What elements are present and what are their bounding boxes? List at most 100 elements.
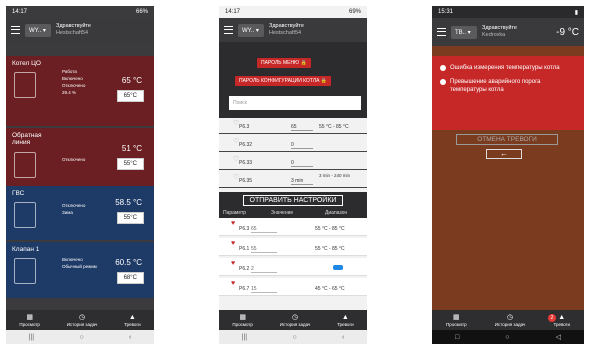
nav-label: Просмотр [232,322,253,327]
username: Kedrovka [482,32,506,38]
alert-text: Ошибка измерения температуры котла [450,65,560,71]
recents-icon[interactable]: □ [455,334,459,341]
param-row[interactable]: ♡ P6.3 65 55 °C - 85 °C [219,118,367,134]
heart-icon[interactable]: ♥ [231,240,235,247]
card-title: Котел ЦО [12,60,41,67]
menu-password-button[interactable]: ПАРОЛЬ МЕНЮ 🔒 [257,58,311,68]
valve-icon [14,258,36,284]
current-temp: 65 °C [121,76,142,85]
lock-icon: 🔒 [300,60,307,66]
setpoint-button[interactable]: 55°C [116,212,144,224]
grid-icon: ▦ [26,314,33,321]
warning-icon: ▲ [128,313,136,321]
phone-settings: 14:17 69% WY.. ▾ Здравствуйте Hestschaft… [219,6,367,344]
recents-icon[interactable]: ||| [242,334,247,341]
menu-icon[interactable] [224,26,233,34]
status-battery: 66% [135,9,148,15]
param-range: 55 °C - 85 °C [319,124,349,130]
param-value[interactable]: 15 [251,286,277,293]
setpoint-button[interactable]: 65°C [116,90,144,102]
card-title: ГВС [12,190,25,197]
status-bar: 14:17 69% [219,6,367,18]
lock-icon: 🔒 [320,78,328,84]
nav-alarms[interactable]: ▲ 2 Тревоги [547,313,570,327]
controller-select[interactable]: TB.. ▾ [451,25,477,39]
back-arrow-button[interactable]: ← [486,149,522,159]
menu-icon[interactable] [11,26,20,34]
menu-password-label: ПАРОЛЬ МЕНЮ [261,60,300,66]
home-icon[interactable]: ○ [292,334,296,341]
alert-icon [440,79,446,85]
card-boiler[interactable]: Котел ЦО Работа Включено Отключено 29.4 … [6,56,154,126]
status-bar: 15:31 ▮ [432,6,584,18]
param-value[interactable]: 55 [251,246,277,253]
param-value[interactable]: 65 [251,226,277,233]
nav-overview[interactable]: ▦ Просмотр [19,313,40,327]
username: Hestschaft54 [56,30,89,36]
home-icon[interactable]: ○ [505,334,509,341]
recents-icon[interactable]: ||| [29,334,34,341]
home-icon[interactable]: ○ [79,334,83,341]
nav-label: История задач [494,322,526,327]
history-icon: ◷ [506,314,514,321]
nav-label: Тревоги [553,321,570,327]
alert-item: Ошибка измерения температуры котла [440,64,576,72]
nav-alarms[interactable]: ▲ Тревоги [337,314,354,327]
alarm-count-badge: 2 [547,313,556,322]
card-dhw[interactable]: ГВС Отключено Зима 58.5 °C 55°C [6,186,154,240]
menu-icon[interactable] [437,28,446,36]
alert-text: Превышение аварийного порога температуры… [450,79,541,93]
card-return-line[interactable]: Обратная линия Отключено 51 °C 55°C [6,128,154,186]
fav-row[interactable]: ♥ P6.2 2 [219,258,367,276]
fav-row[interactable]: ♥ P6.1 55 55 °C - 85 °C [219,238,367,256]
heart-icon[interactable]: ♥ [231,280,235,287]
back-icon[interactable]: ‹ [342,334,344,341]
setpoint-button[interactable]: 68°C [116,272,144,284]
top-bar: WY.. ▾ Здравствуйте Hestschaft54 [6,18,154,42]
param-row[interactable]: ♡ P6.32 0 [219,136,367,152]
top-bar: TB.. ▾ Здравствуйте Kedrovka -9 °C [432,18,584,46]
status-time: 14:17 [12,9,28,15]
toggle-switch[interactable] [333,265,343,270]
nav-overview[interactable]: ▦ Просмотр [232,313,253,327]
nav-label: История задач [66,322,98,327]
nav-history[interactable]: ◷ История задач [495,313,526,327]
heart-icon[interactable]: ♥ [231,220,235,227]
cancel-alarm-button[interactable]: ОТМЕНА ТРЕВОГИ [456,134,558,145]
nav-history[interactable]: ◷ История задач [280,313,311,327]
search-input[interactable]: Поиск [229,96,361,110]
controller-select[interactable]: WY.. ▾ [25,23,51,37]
param-name: P6.35 [239,178,253,184]
send-settings-button[interactable]: ОТПРАВИТЬ НАСТРОЙКИ [219,192,367,208]
nav-alarms[interactable]: ▲ Тревоги [124,314,141,327]
param-name: P6.7 [239,286,250,292]
alert-panel: Ошибка измерения температуры котла Превы… [432,56,584,130]
nav-label: Тревоги [124,321,141,327]
controller-select-value: WY.. [242,27,255,34]
param-name: P6.3 [239,124,250,130]
param-value[interactable]: 2 [251,266,277,273]
fav-row[interactable]: ♥ P6.3 65 55 °C - 85 °C [219,218,367,236]
status-line: Включено [62,76,83,81]
back-icon[interactable]: ◁ [556,333,561,341]
heart-icon[interactable]: ♥ [231,260,235,267]
param-value[interactable]: 0 [291,160,313,167]
back-icon[interactable]: ‹ [129,334,131,341]
nav-history[interactable]: ◷ История задач [67,313,98,327]
param-range: 3 min - 240 min [319,173,351,178]
param-row[interactable]: ♡ P6.35 3 min 3 min - 240 min [219,172,367,188]
param-name: P6.32 [239,142,253,148]
param-value[interactable]: 3 min [291,178,313,185]
setpoint-button[interactable]: 55°C [116,158,144,170]
card-valve[interactable]: Клапан 1 Включено Обычный режим 60.5 °C … [6,242,154,298]
history-icon: ◷ [291,314,299,321]
nav-overview[interactable]: ▦ Просмотр [446,313,467,327]
param-value[interactable]: 65 [291,124,313,131]
param-row[interactable]: ♡ P6.33 0 [219,154,367,170]
card-status: Работа Включено Отключено 29.4 % [62,68,85,96]
controller-select[interactable]: WY.. ▾ [238,23,264,37]
config-password-button[interactable]: ПАРОЛЬ КОНФИГУРАЦИИ КОТЛА 🔒 [235,76,332,86]
param-value[interactable]: 0 [291,142,313,149]
system-nav-bar: □ ○ ◁ [432,330,584,344]
fav-row[interactable]: ♥ P6.7 15 45 °C - 65 °C [219,278,367,296]
